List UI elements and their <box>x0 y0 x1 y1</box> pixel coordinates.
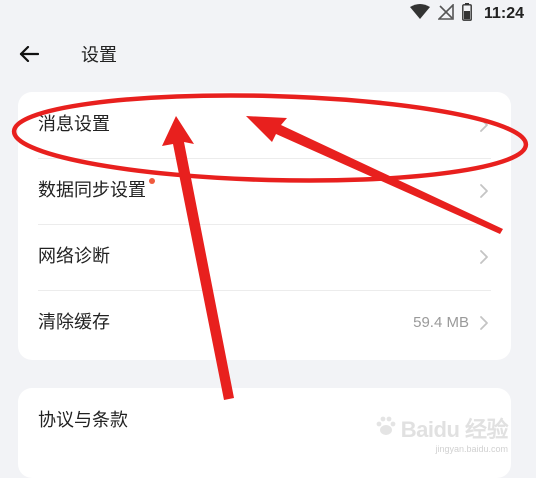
settings-row-message[interactable]: 消息设置 <box>18 92 511 158</box>
cache-size-value: 59.4 MB <box>413 314 469 331</box>
row-label: 消息设置 <box>38 114 110 135</box>
chevron-right-icon <box>479 117 489 133</box>
row-label: 协议与条款 <box>38 410 128 431</box>
new-badge-dot <box>149 178 155 184</box>
watermark-url: jingyan.baidu.com <box>435 444 508 454</box>
wifi-icon <box>409 4 430 24</box>
battery-icon <box>462 3 472 25</box>
chevron-right-icon <box>479 249 489 265</box>
settings-card-general: 消息设置 数据同步设置 网络诊断 清除缓存 59.4 MB <box>18 92 511 360</box>
settings-card-legal: 协议与条款 <box>18 388 511 478</box>
signal-off-icon <box>437 3 454 24</box>
chevron-right-icon <box>479 315 489 331</box>
status-time: 11:24 <box>483 5 524 22</box>
row-label: 网络诊断 <box>38 246 110 267</box>
status-icons: 11:24 <box>409 3 524 25</box>
settings-row-clear-cache[interactable]: 清除缓存 59.4 MB <box>18 290 511 356</box>
chevron-right-icon <box>479 183 489 199</box>
status-bar: 11:24 <box>0 0 536 30</box>
row-label: 数据同步设置 <box>38 180 146 201</box>
app-header: 设置 <box>0 36 536 76</box>
row-label-with-badge: 数据同步设置 <box>38 178 155 202</box>
page-title: 设置 <box>81 45 117 66</box>
settings-row-network-diagnosis[interactable]: 网络诊断 <box>18 224 511 290</box>
arrow-left-icon <box>19 45 40 66</box>
row-label: 清除缓存 <box>38 312 110 333</box>
settings-row-data-sync[interactable]: 数据同步设置 <box>18 158 511 224</box>
back-button[interactable] <box>14 42 44 70</box>
